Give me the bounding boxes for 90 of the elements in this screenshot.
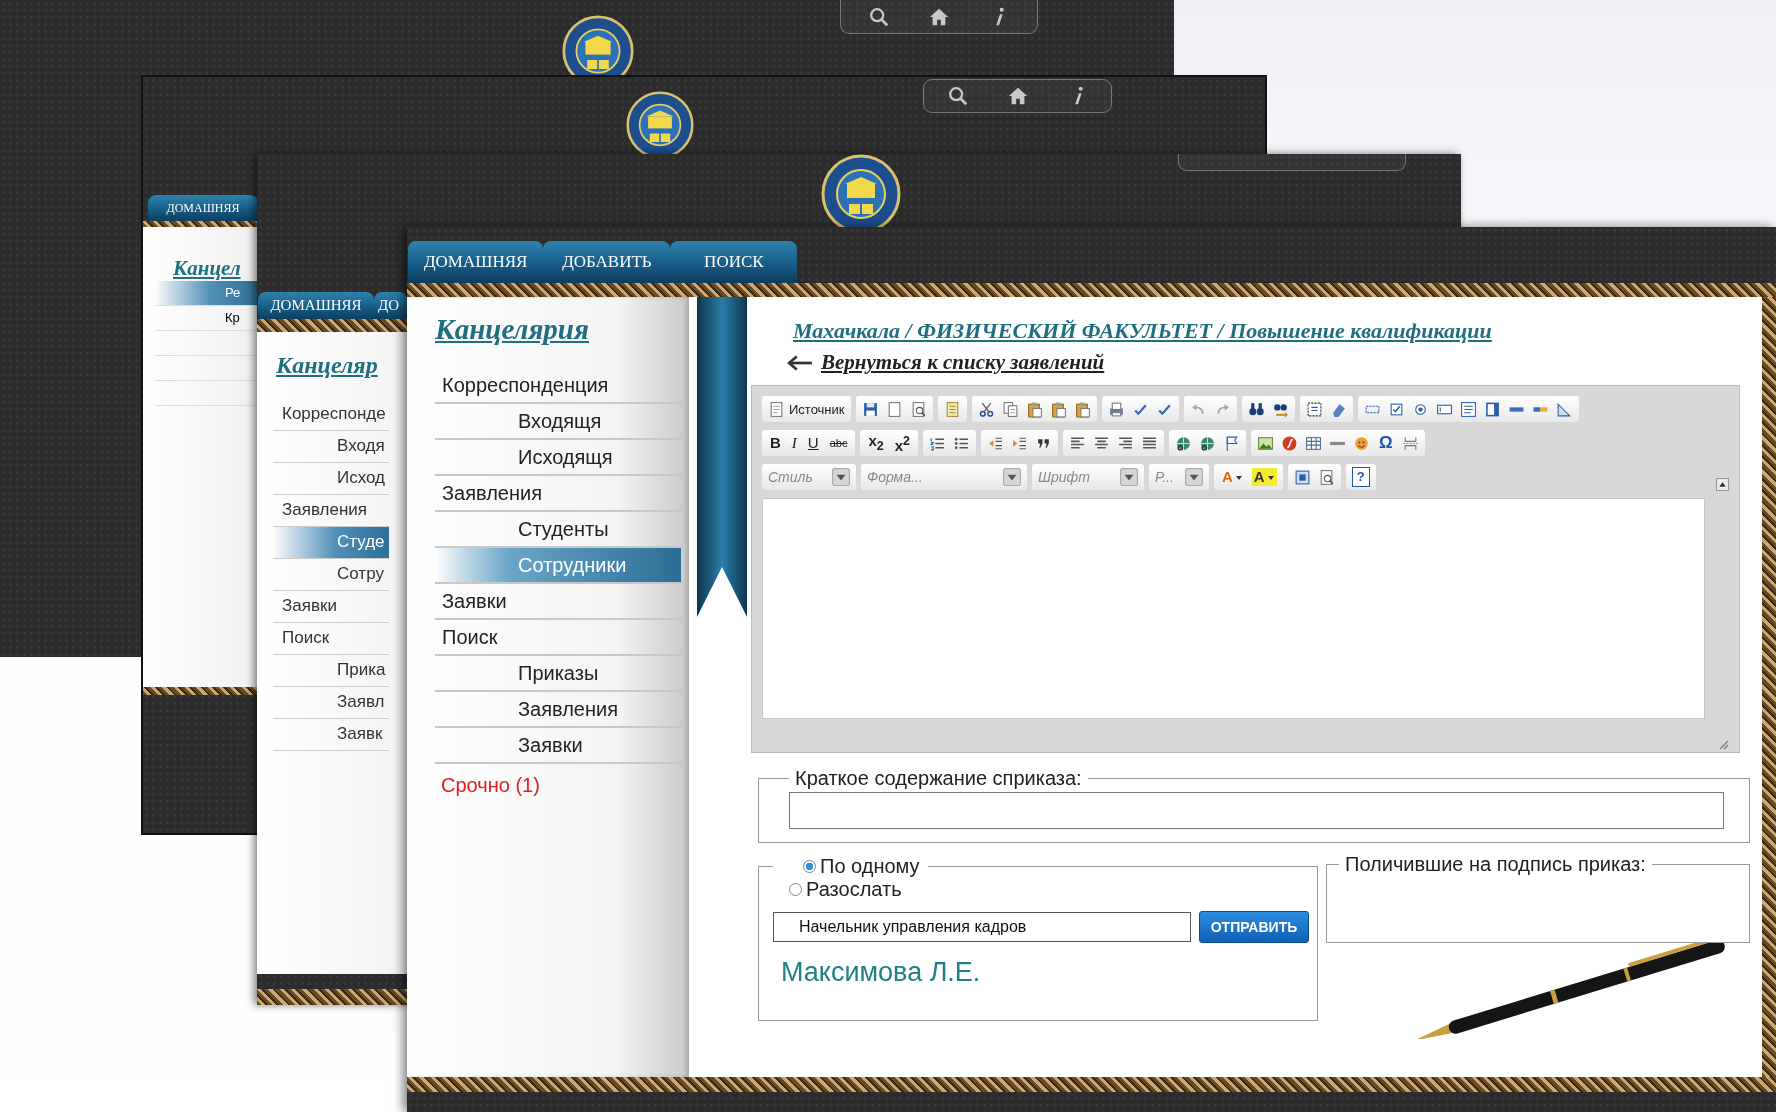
home-icon[interactable]	[1006, 85, 1029, 107]
tab[interactable]: ДО	[374, 292, 407, 319]
text-area-icon[interactable]	[1459, 400, 1477, 418]
search-icon[interactable]	[946, 85, 969, 107]
tab[interactable]: ДОМАШНЯЯ	[148, 195, 258, 221]
collapse-toolbar-icon[interactable]	[1716, 477, 1729, 491]
sidebar-item[interactable]: Входя	[273, 431, 389, 463]
sidebar-item[interactable]: Ре	[155, 281, 257, 306]
page-break-icon[interactable]	[1401, 434, 1419, 452]
tab[interactable]: ДОБАВИТЬ	[543, 241, 671, 283]
copy-icon[interactable]	[1001, 400, 1019, 418]
tab[interactable]: ДОМАШНЯЯ	[408, 241, 544, 283]
help-button[interactable]: ?	[1351, 467, 1370, 487]
caret-icon	[832, 468, 850, 486]
radio-button[interactable]	[803, 860, 816, 873]
align-center-icon[interactable]	[1093, 434, 1111, 452]
smiley-icon[interactable]	[1353, 434, 1371, 452]
search-icon[interactable]	[868, 5, 890, 28]
clipboard-icon[interactable]	[1073, 400, 1091, 418]
format-button[interactable]: B	[768, 434, 783, 452]
sidebar-item[interactable]: Сотрудники	[435, 548, 681, 584]
radio-option[interactable]: По одному	[803, 855, 920, 878]
tab[interactable]: ПОИСК	[670, 241, 798, 283]
sidebar-item[interactable]: Прика	[273, 655, 389, 687]
sidebar-item[interactable]: Входящя	[435, 404, 681, 440]
sidebar-item[interactable]: Заявл	[273, 687, 389, 719]
sidebar-title[interactable]: Канцелярия	[435, 313, 689, 346]
sidebar-item[interactable]: Поиск	[273, 623, 389, 655]
resize-grip-icon[interactable]	[1717, 738, 1729, 750]
binoculars-icon[interactable]	[1247, 400, 1265, 418]
caret-icon	[1185, 468, 1203, 486]
align-left-icon[interactable]	[1069, 434, 1087, 452]
scissors-icon[interactable]	[977, 400, 995, 418]
tab[interactable]: ДОМАШНЯЯ	[258, 292, 374, 319]
caret-icon	[1234, 473, 1243, 481]
printer-icon[interactable]	[1107, 400, 1125, 418]
page-icon	[768, 400, 785, 418]
caret-icon	[1266, 473, 1275, 481]
source-button[interactable]: Источник	[768, 400, 845, 418]
back-link[interactable]: Вернуться к списку заявлений	[821, 350, 1105, 375]
sidebar-item[interactable]: Студе	[273, 527, 389, 559]
sidebar-item[interactable]: Заявления	[435, 692, 681, 728]
sidebar-title[interactable]: Канцеляр	[276, 352, 378, 379]
globe-icon[interactable]	[1199, 434, 1217, 452]
sidebar-item[interactable]: Студенты	[435, 512, 681, 548]
sidebar-item[interactable]: Заявки	[273, 591, 389, 623]
globe-icon[interactable]	[1175, 434, 1193, 452]
table-icon[interactable]	[1305, 434, 1323, 452]
sidebar-item[interactable]: Заявления	[273, 495, 389, 527]
align-justify-icon[interactable]	[1141, 434, 1159, 452]
recipient-field[interactable]: Начельник управления кадров	[773, 912, 1191, 942]
send-button[interactable]: ОТПРАВИТЬ	[1199, 911, 1309, 943]
sidebar-title[interactable]: Канцел	[173, 256, 241, 281]
caret-icon	[1003, 468, 1021, 486]
format-button[interactable]: I	[789, 434, 799, 452]
format-button[interactable]: U	[805, 434, 821, 452]
sidebar-item[interactable]: Заявки	[435, 584, 681, 620]
back-arrow-icon[interactable]	[787, 353, 813, 372]
sidebar-item[interactable]: Приказы	[435, 656, 681, 692]
fieldset-legend: Краткое содержание сприказа:	[789, 767, 1088, 790]
sidebar-item[interactable]: Заявк	[273, 719, 389, 751]
swoosh-circle-icon[interactable]	[1281, 434, 1299, 452]
clipboard-icon[interactable]	[1049, 400, 1067, 418]
picture-icon[interactable]	[1257, 434, 1275, 452]
radio-option[interactable]: Разослать	[789, 878, 1309, 901]
summary-field[interactable]	[789, 792, 1724, 829]
maximize-icon[interactable]	[1293, 468, 1311, 486]
sidebar-item[interactable]: Заявки	[435, 728, 681, 764]
sidebar-item[interactable]: Поиск	[435, 620, 681, 656]
sidebar-item[interactable]: Корреспонденция	[435, 368, 681, 404]
special-character-button[interactable]: Ω	[1377, 434, 1395, 452]
caret-icon	[1120, 468, 1138, 486]
script-button[interactable]: x$_{2}$	[866, 431, 886, 455]
radio-button[interactable]	[789, 883, 802, 896]
fieldset-legend: Поличившие на подпись приказ:	[1339, 853, 1652, 876]
clipboard-icon[interactable]	[1025, 400, 1043, 418]
list-box-icon[interactable]	[1483, 400, 1501, 418]
color-button[interactable]: A	[1251, 468, 1277, 486]
select-all-icon[interactable]	[1305, 400, 1323, 418]
align-right-icon[interactable]	[1117, 434, 1135, 452]
breadcrumb-link[interactable]: Махачкала / ФИЗИЧЕСКИЙ ФАКУЛЬТЕТ / Повышение квалификации	[793, 318, 1762, 344]
chosen-name: Максимова Л.Е.	[781, 957, 982, 988]
format-button[interactable]: abc	[827, 434, 850, 452]
sidebar-item[interactable]: Исход	[273, 463, 389, 495]
sidebar-item[interactable]: Исходящя	[435, 440, 681, 476]
script-button[interactable]: x$^{2}$	[892, 431, 913, 455]
urgent-link[interactable]: Срочно (1)	[441, 774, 689, 797]
sidebar-item[interactable]: Корреспонде	[273, 399, 389, 431]
sidebar-item[interactable]: Сотру	[273, 559, 389, 591]
sidebar-item[interactable]: Заявления	[435, 476, 681, 512]
